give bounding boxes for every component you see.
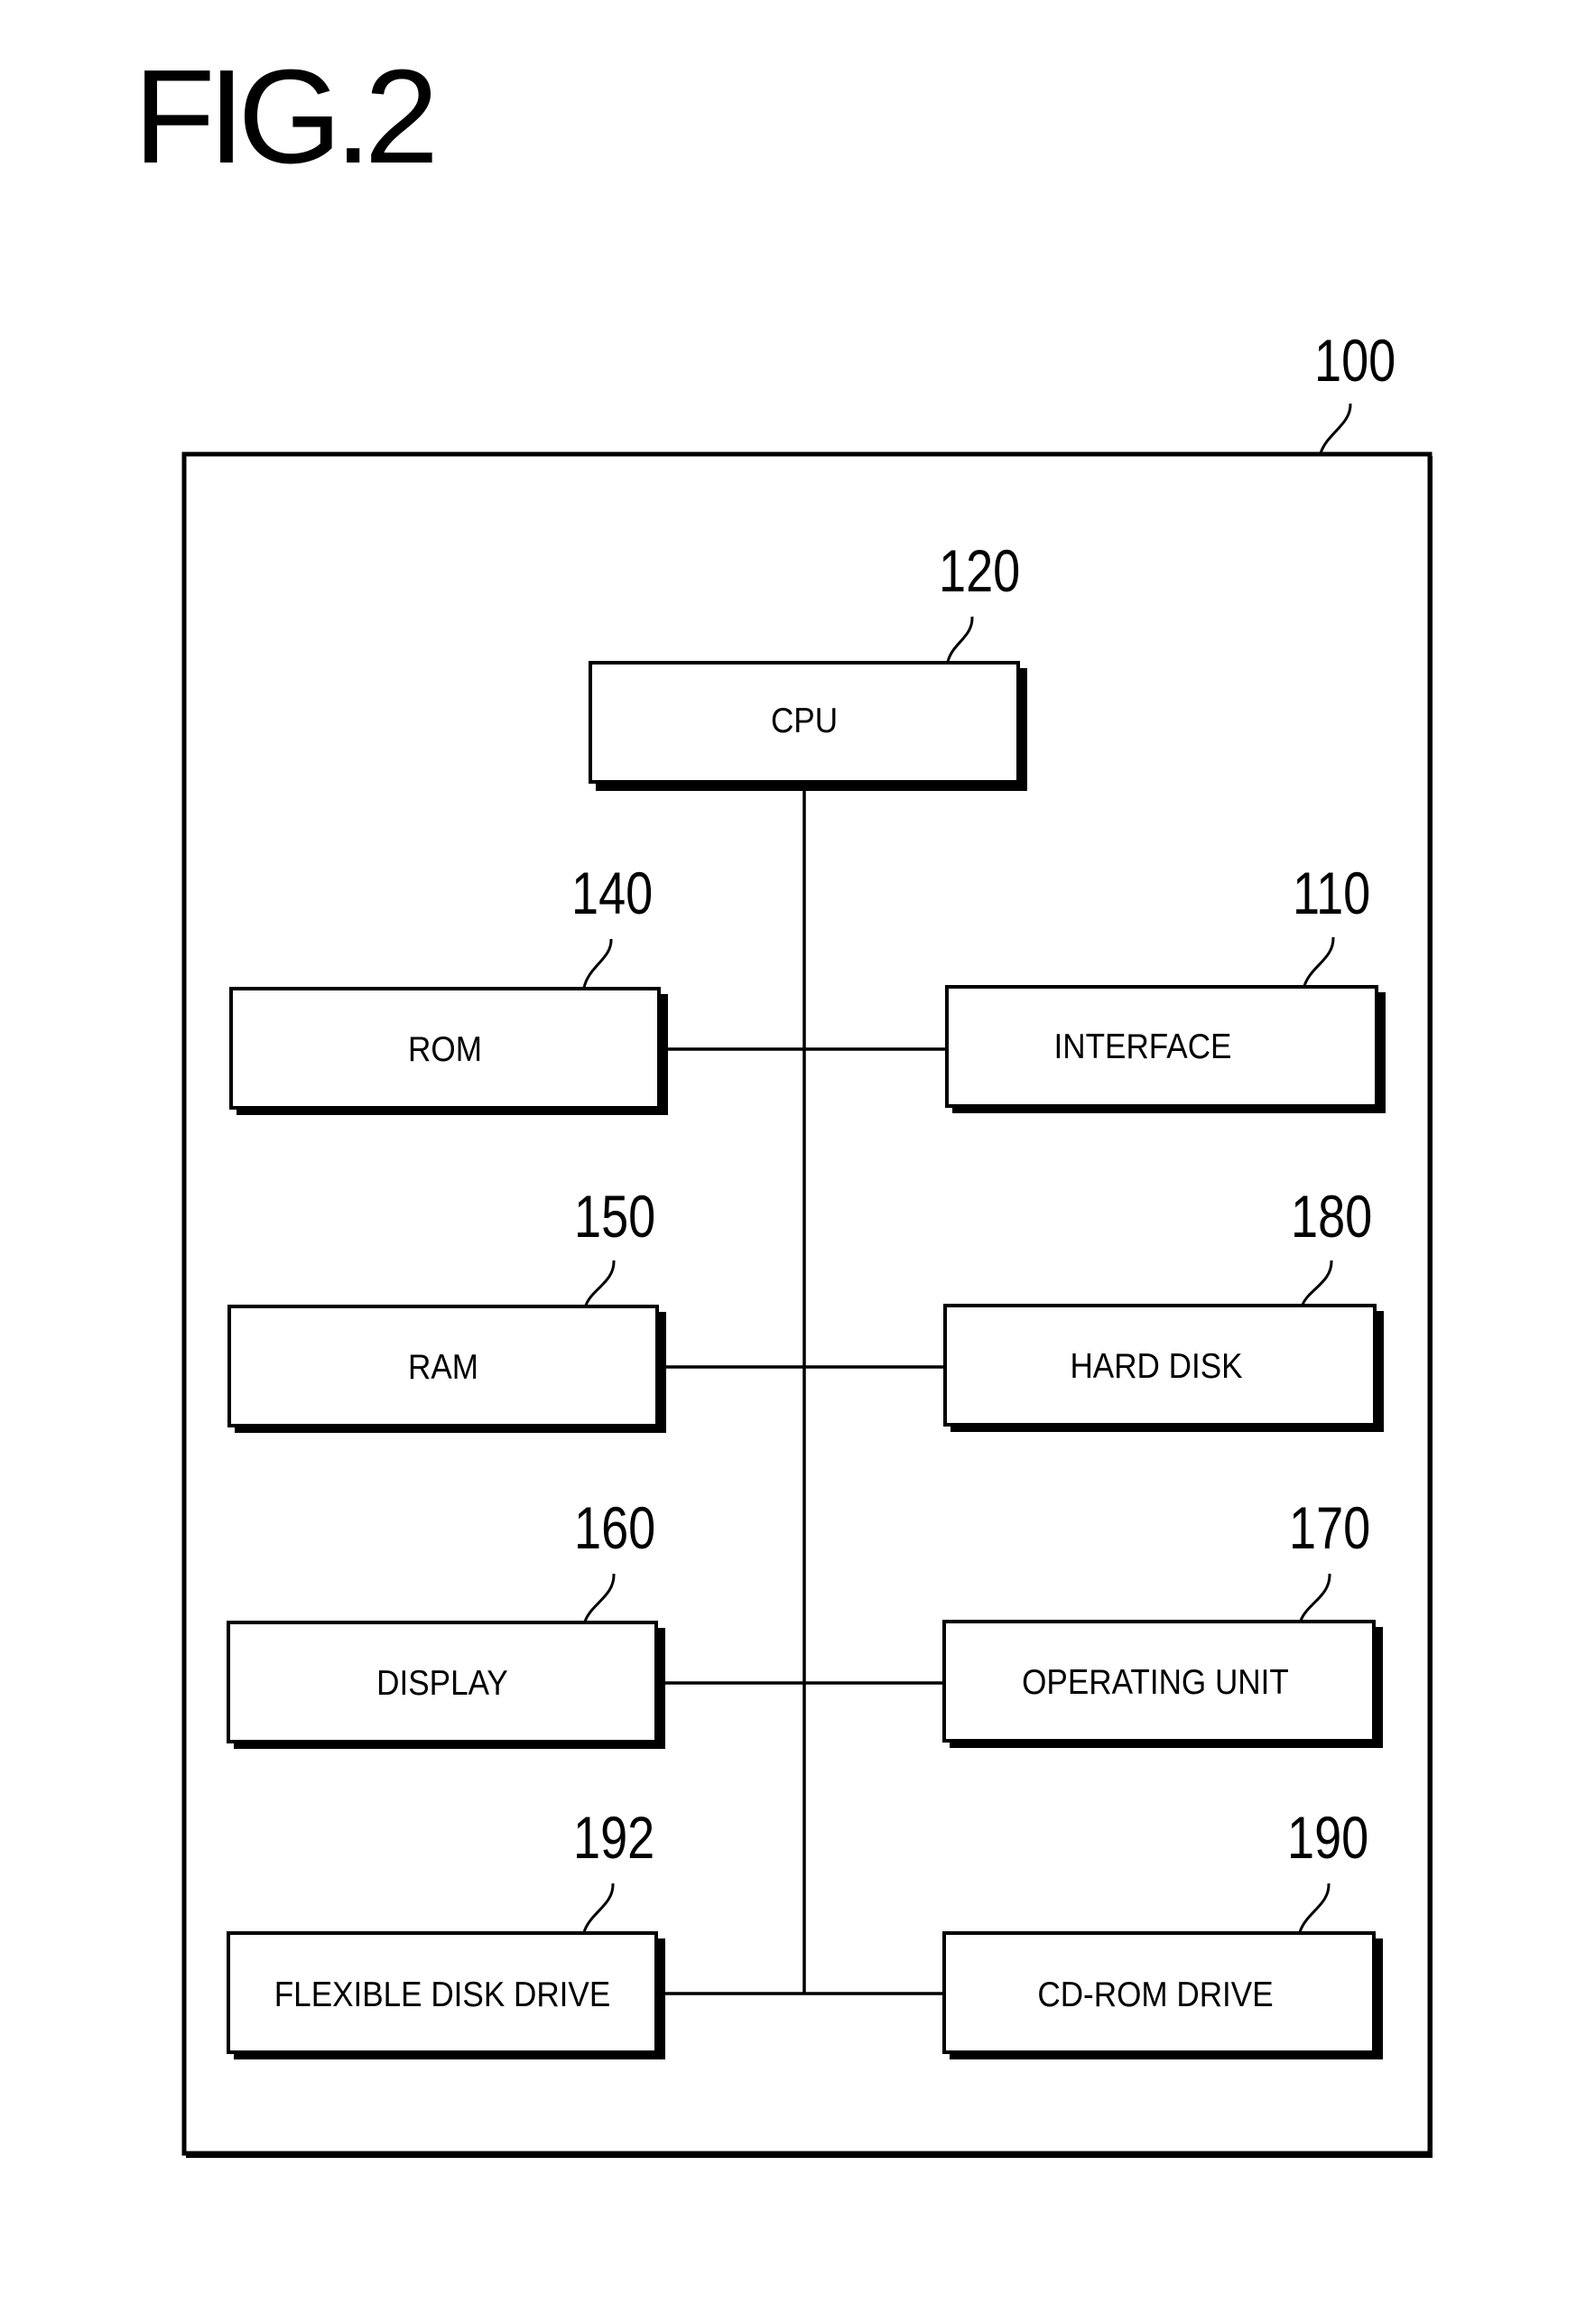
ref-label-120: 120 (939, 537, 1020, 604)
ref-label-140: 140 (571, 860, 653, 926)
block-flexible-disk-drive: FLEXIBLE DISK DRIVE 192 (227, 1804, 665, 2059)
ref-label-150: 150 (574, 1183, 655, 1250)
ref-label-170: 170 (1289, 1494, 1370, 1561)
leader-line-160 (583, 1573, 616, 1622)
block-label-operating-unit: OPERATING UNIT (1022, 1661, 1289, 1701)
block-label-hard-disk: HARD DISK (1070, 1345, 1242, 1385)
leader-line-110 (1303, 936, 1335, 987)
ref-label-190: 190 (1287, 1804, 1368, 1871)
leader-line-120 (946, 616, 974, 663)
ref-label-192: 192 (573, 1804, 654, 1871)
leader-line-150 (584, 1260, 616, 1306)
system-enclosure: 100 (181, 327, 1433, 2158)
block-interface: INTERFACE 110 (945, 860, 1386, 1113)
ref-label-100: 100 (1314, 327, 1396, 394)
block-label-ram: RAM (408, 1346, 478, 1386)
block-ram: RAM 150 (227, 1183, 666, 1433)
block-operating-unit: OPERATING UNIT 170 (942, 1494, 1383, 1748)
block-rom: ROM 140 (229, 860, 668, 1115)
block-label-cpu: CPU (771, 700, 838, 739)
leader-line-190 (1298, 1882, 1331, 1933)
figure-title: FIG.2 (134, 42, 432, 191)
leader-line-170 (1299, 1573, 1331, 1622)
block-label-rom: ROM (408, 1028, 482, 1068)
system-bus (662, 786, 948, 1995)
leader-line-100 (1319, 403, 1352, 454)
ref-label-110: 110 (1293, 860, 1370, 926)
block-label-flexible-disk-drive: FLEXIBLE DISK DRIVE (274, 1974, 611, 2013)
block-label-interface: INTERFACE (1054, 1026, 1232, 1065)
ref-label-160: 160 (574, 1494, 655, 1561)
leader-line-180 (1301, 1260, 1333, 1306)
block-cpu: CPU 120 (589, 537, 1027, 791)
block-display: DISPLAY 160 (227, 1494, 665, 1749)
ref-label-180: 180 (1291, 1183, 1372, 1250)
leader-line-192 (582, 1882, 615, 1933)
leader-line-140 (582, 938, 613, 989)
block-cd-rom-drive: CD-ROM DRIVE 190 (942, 1804, 1383, 2059)
block-hard-disk: HARD DISK 180 (943, 1183, 1384, 1432)
block-label-cd-rom-drive: CD-ROM DRIVE (1037, 1974, 1273, 2013)
block-diagram: FIG.2 100 CPU 120 ROM 140 INTERFACE 110 (134, 42, 1433, 2158)
block-label-display: DISPLAY (376, 1662, 508, 1702)
